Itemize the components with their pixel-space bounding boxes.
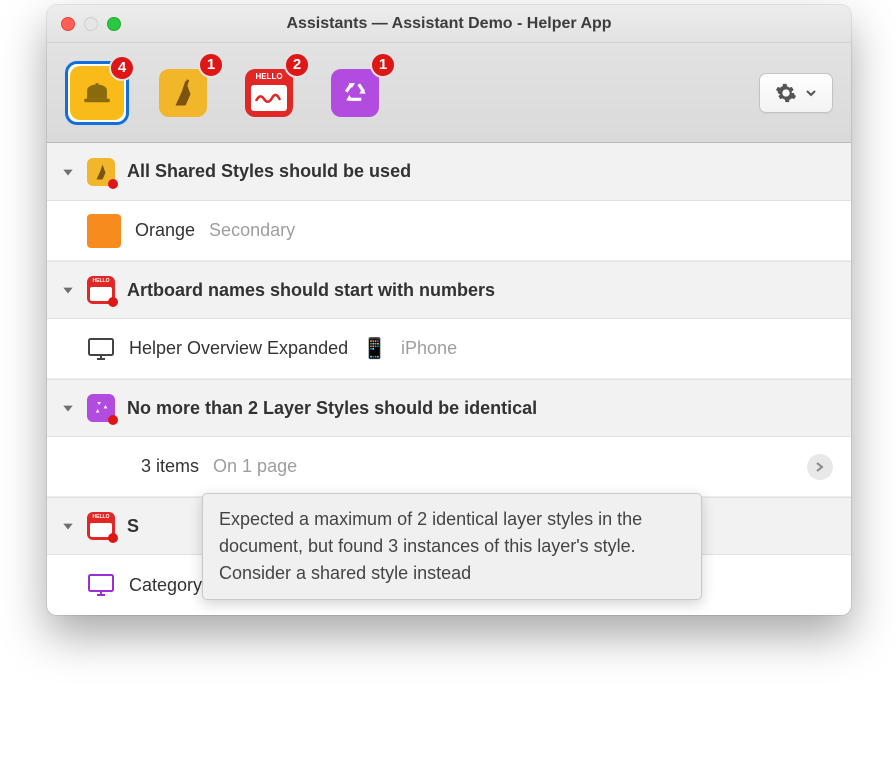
hello-icon: HELLO [245, 69, 293, 117]
broom-icon [159, 69, 207, 117]
window-title: Assistants — Assistant Demo - Helper App [47, 15, 851, 33]
error-dot-icon [108, 297, 118, 307]
rule-header-artboard-names[interactable]: HELLO Artboard names should start with n… [47, 261, 851, 319]
violation-context: Secondary [209, 220, 295, 241]
toolbar: 4 1 HELLO 2 [47, 43, 851, 143]
rule-header-shared-styles[interactable]: All Shared Styles should be used [47, 143, 851, 201]
badge: 1 [370, 52, 396, 78]
artboard-icon [87, 574, 115, 596]
minimize-window-button[interactable] [84, 17, 98, 31]
violation-row[interactable]: 3 items On 1 page [47, 437, 851, 497]
violation-name: 3 items [141, 456, 199, 477]
detail-arrow-button[interactable] [807, 454, 833, 480]
zoom-window-button[interactable] [107, 17, 121, 31]
chevron-down-icon [805, 87, 817, 99]
badge: 4 [109, 55, 135, 81]
disclosure-down-icon [61, 401, 75, 415]
assistant-filter-reuse[interactable]: 1 [323, 61, 387, 125]
close-window-button[interactable] [61, 17, 75, 31]
broom-icon [87, 158, 115, 186]
disclosure-down-icon [61, 519, 75, 533]
arrow-right-icon [814, 461, 826, 473]
rule-title: No more than 2 Layer Styles should be id… [127, 398, 537, 419]
violation-row[interactable]: Orange Secondary [47, 201, 851, 261]
gear-icon [775, 82, 797, 104]
rule-title: All Shared Styles should be used [127, 161, 411, 182]
disclosure-down-icon [61, 283, 75, 297]
recycle-icon [87, 394, 115, 422]
assistant-filter-tidy[interactable]: 1 [151, 61, 215, 125]
recycle-icon [331, 69, 379, 117]
error-dot-icon [108, 533, 118, 543]
violation-name: Orange [135, 220, 195, 241]
assistant-filter-all[interactable]: 4 [65, 61, 129, 125]
rule-header-identical-styles[interactable]: No more than 2 Layer Styles should be id… [47, 379, 851, 437]
traffic-lights [47, 17, 121, 31]
hello-icon: HELLO [87, 512, 115, 540]
badge: 1 [198, 52, 224, 78]
rule-title: Artboard names should start with numbers [127, 280, 495, 301]
violation-tooltip: Expected a maximum of 2 identical layer … [202, 493, 702, 600]
assistant-filter-naming[interactable]: HELLO 2 [237, 61, 301, 125]
error-dot-icon [108, 415, 118, 425]
disclosure-down-icon [61, 165, 75, 179]
rule-title: S [127, 516, 139, 537]
violation-name: Helper Overview Expanded [129, 338, 348, 359]
artboard-icon [87, 338, 115, 360]
violation-context: On 1 page [213, 456, 297, 477]
violation-row[interactable]: Helper Overview Expanded 📱 iPhone [47, 319, 851, 379]
iphone-icon: 📱 [362, 336, 387, 361]
hello-icon: HELLO [87, 276, 115, 304]
settings-menu-button[interactable] [759, 73, 833, 113]
assistants-window: Assistants — Assistant Demo - Helper App… [47, 5, 851, 615]
badge: 2 [284, 52, 310, 78]
color-swatch [87, 214, 121, 248]
error-dot-icon [108, 179, 118, 189]
violation-context: iPhone [401, 338, 457, 359]
titlebar: Assistants — Assistant Demo - Helper App [47, 5, 851, 43]
